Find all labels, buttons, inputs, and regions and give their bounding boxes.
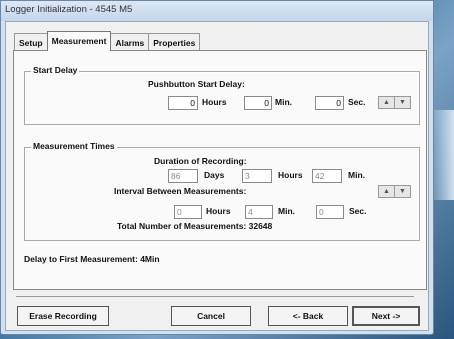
tab-properties[interactable]: Properties: [148, 33, 201, 51]
duration-min-label: Min.: [348, 170, 365, 180]
start-delay-hours-field[interactable]: 0: [168, 96, 198, 110]
measurement-times-group-title: Measurement Times: [31, 141, 117, 151]
delay-to-first-measurement-text: Delay to First Measurement: 4Min: [24, 254, 160, 264]
next-button[interactable]: Next ->: [352, 306, 420, 326]
start-delay-min-field[interactable]: 0: [244, 96, 272, 110]
interval-hours-label: Hours: [206, 206, 231, 216]
window-title: Logger Initialization - 4545 M5: [5, 4, 133, 15]
cancel-button[interactable]: Cancel: [171, 306, 251, 326]
duration-of-recording-label: Duration of Recording:: [154, 156, 247, 166]
start-delay-sec-label: Sec.: [348, 97, 366, 107]
duration-min-field: 42: [312, 169, 342, 183]
tab-setup[interactable]: Setup: [14, 33, 48, 51]
title-bar[interactable]: Logger Initialization - 4545 M5: [1, 1, 433, 21]
duration-hours-field: 3: [242, 169, 272, 183]
start-delay-hours-label: Hours: [202, 97, 227, 107]
start-delay-spin-down-icon[interactable]: ▼: [394, 96, 411, 109]
interval-between-measurements-label: Interval Between Measurements:: [114, 186, 247, 196]
interval-spin-down-icon[interactable]: ▼: [394, 185, 411, 198]
duration-days-field: 86: [168, 169, 198, 183]
tab-strip: Setup Measurement Alarms Properties: [14, 31, 201, 51]
interval-spin-up-icon[interactable]: ▲: [378, 185, 395, 198]
erase-recording-button[interactable]: Erase Recording: [17, 306, 109, 326]
tab-alarms[interactable]: Alarms: [110, 33, 150, 51]
interval-min-label: Min.: [278, 206, 295, 216]
measurement-tab-panel: Start Delay Pushbutton Start Delay: 0 Ho…: [13, 50, 427, 290]
interval-min-field[interactable]: 4: [245, 205, 273, 219]
pushbutton-start-delay-label: Pushbutton Start Delay:: [148, 79, 245, 89]
interval-sec-label: Sec.: [349, 206, 367, 216]
interval-hours-field[interactable]: 0: [174, 205, 202, 219]
back-button[interactable]: <- Back: [268, 306, 348, 326]
tab-measurement[interactable]: Measurement: [46, 31, 112, 51]
total-measurements-text: Total Number of Measurements: 32648: [117, 221, 273, 231]
interval-sec-field[interactable]: 0: [316, 205, 344, 219]
start-delay-min-label: Min.: [275, 97, 292, 107]
start-delay-spin-up-icon[interactable]: ▲: [378, 96, 395, 109]
start-delay-group-title: Start Delay: [31, 65, 80, 75]
duration-days-label: Days: [204, 170, 225, 180]
button-separator: [16, 296, 414, 297]
duration-hours-label: Hours: [278, 170, 303, 180]
start-delay-sec-field[interactable]: 0: [315, 96, 344, 110]
